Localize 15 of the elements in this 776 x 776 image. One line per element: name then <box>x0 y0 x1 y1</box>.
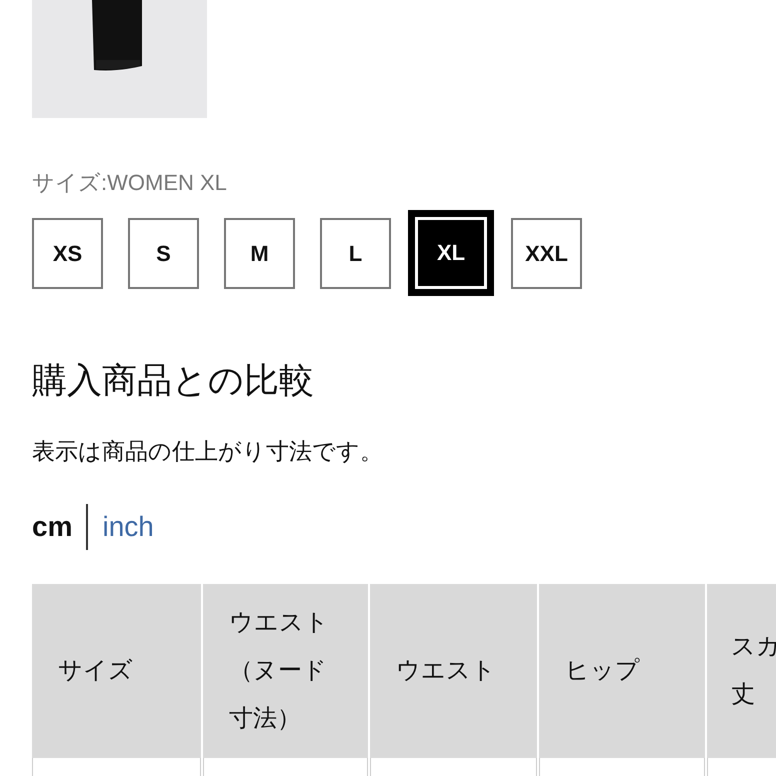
size-option[interactable]: M <box>224 218 295 289</box>
column-header: サイズ <box>32 584 202 758</box>
column-header: ヒップ <box>539 584 705 758</box>
column-header: ウエスト <box>370 584 538 758</box>
size-option[interactable]: XS <box>32 218 103 289</box>
unit-toggle[interactable]: cm <box>32 511 72 543</box>
size-option[interactable]: L <box>320 218 391 289</box>
size-option[interactable]: S <box>128 218 199 289</box>
section-heading: 購入商品との比較 <box>32 360 315 402</box>
unit-toggle[interactable]: inch <box>102 511 154 543</box>
size-option[interactable]: XL <box>411 213 491 293</box>
note-text: 表示は商品の仕上がり寸法です。 <box>32 437 384 466</box>
size-option[interactable]: XXL <box>511 218 582 289</box>
column-header: ウエスト （ヌード 寸法） <box>203 584 368 758</box>
size-label: サイズ:WOMEN XL <box>32 170 228 196</box>
